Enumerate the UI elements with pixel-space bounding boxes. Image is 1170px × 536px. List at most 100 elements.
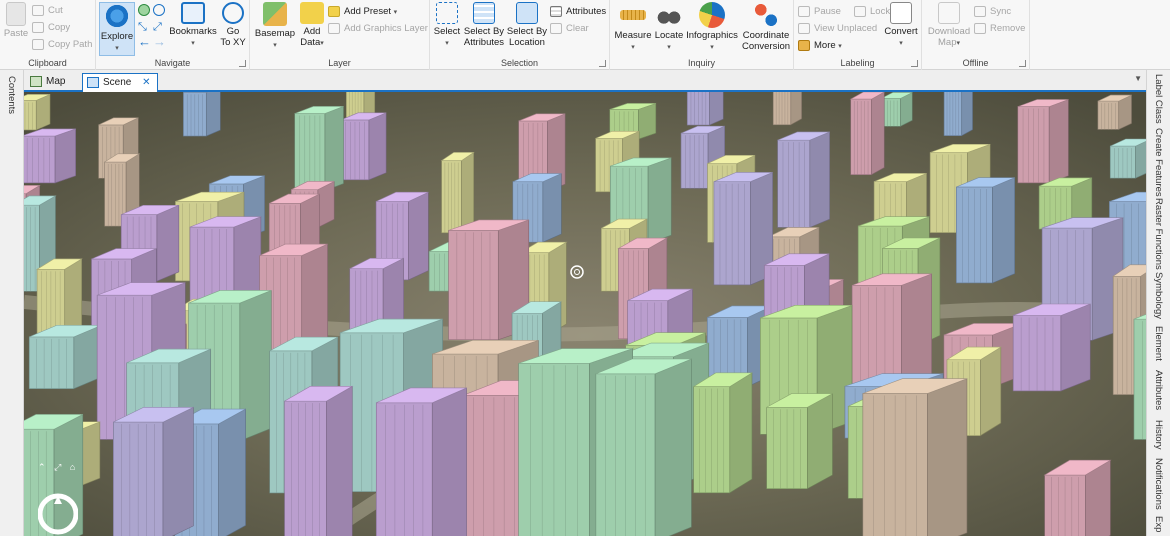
contents-pane-tab[interactable]: Contents (6, 76, 17, 114)
clear-selection-button[interactable]: Clear (550, 21, 589, 36)
bookmarks-button[interactable]: Bookmarks ▾ (168, 2, 218, 56)
basemap-icon (263, 2, 287, 26)
add-data-button[interactable]: Add Data▾ (298, 2, 326, 56)
building (956, 177, 1015, 284)
inquiry-group: Measure ▾ Locate ▾ Infographics ▾ Coordinat… (610, 0, 794, 70)
scene-view[interactable]: ⌃ ⤢ ⌂ (24, 92, 1146, 536)
coordinate-conversion-icon (753, 2, 779, 28)
pane-tab-label-class[interactable]: Label Class (1153, 74, 1164, 124)
remove-button[interactable]: Remove (974, 21, 1025, 36)
expand-icon[interactable]: ⌃ (38, 462, 46, 472)
building (1012, 303, 1091, 392)
clipboard-group: Paste Cut Copy Copy Path Clipboard (0, 0, 96, 70)
convert-button[interactable]: Convert ▾ (882, 2, 920, 56)
left-panel-strip: Contents (0, 70, 24, 536)
building (1017, 99, 1069, 184)
pane-tab-exp[interactable]: Exp (1153, 516, 1164, 532)
sync-button[interactable]: Sync (974, 4, 1011, 19)
sync-icon (974, 6, 986, 17)
building (183, 92, 221, 137)
previous-extent-icon[interactable]: ← (138, 35, 151, 48)
building (692, 372, 754, 494)
pane-tab-attributes[interactable]: Attributes (1153, 370, 1164, 410)
tab-map[interactable]: Map (26, 73, 71, 92)
navigate-group-label: Navigate (154, 58, 191, 68)
layer-group-label: Layer (328, 58, 351, 68)
camera-icon[interactable]: ⌂ (70, 462, 75, 472)
selection-group: Select ▾ Select By Attributes Select By Loc… (430, 0, 610, 70)
measure-button[interactable]: Measure ▾ (614, 2, 652, 56)
more-labeling-button[interactable]: More ▾ (798, 38, 842, 53)
basemap-button[interactable]: Basemap ▾ (254, 2, 296, 56)
pane-tab-history[interactable]: History (1153, 420, 1164, 450)
pane-tab-raster-functions[interactable]: Raster Functions (1153, 198, 1164, 270)
zoom-to-selection-icon[interactable]: ⤡ (138, 21, 150, 33)
navigator-control-icon[interactable] (38, 492, 78, 536)
close-tab-icon[interactable]: ✕ (142, 77, 150, 88)
copy-icon (32, 22, 44, 33)
more-labeling-icon (798, 40, 810, 51)
building (766, 393, 833, 490)
coordinate-conversion-button[interactable]: Coordinate Conversion (740, 2, 792, 56)
infographics-icon (699, 2, 725, 28)
convert-dropdown-icon: ▾ (899, 40, 903, 47)
scene-3d-buildings[interactable] (24, 92, 1146, 536)
paste-button[interactable]: Paste (2, 2, 30, 56)
pane-tab-element[interactable]: Element (1153, 326, 1164, 361)
select-cursor-icon (436, 2, 458, 24)
download-map-button[interactable]: Download Map▾ (926, 2, 972, 56)
building (1109, 138, 1146, 179)
ruler-icon (620, 10, 646, 20)
tab-list-dropdown-icon[interactable]: ▼ (1134, 74, 1142, 83)
ribbon: Paste Cut Copy Copy Path Clipboard Explo… (0, 0, 1170, 70)
view-unplaced-button[interactable]: View Unplaced (798, 21, 877, 36)
navigate-group: Explore ▾ ⤡ ⤢ ← → Bookmarks ▾ Go To XY Navi… (96, 0, 250, 70)
navigate-launcher-icon[interactable] (239, 60, 246, 67)
lock-icon (854, 6, 866, 17)
cut-button[interactable]: Cut (32, 3, 63, 18)
view-unplaced-icon (798, 23, 810, 34)
next-extent-icon[interactable]: → (153, 35, 166, 48)
globe-icon[interactable] (138, 4, 150, 16)
attributes-button[interactable]: Attributes (550, 4, 606, 19)
building (849, 92, 885, 176)
building (772, 92, 802, 126)
building (862, 378, 968, 536)
select-button[interactable]: Select ▾ (432, 2, 462, 56)
add-preset-button[interactable]: Add Preset ▾ (328, 4, 397, 19)
select-by-attributes-button[interactable]: Select By Attributes (463, 2, 505, 56)
building (713, 171, 773, 286)
download-map-icon (938, 2, 960, 24)
add-data-dropdown-icon: ▾ (320, 40, 324, 47)
explore-icon (104, 3, 130, 29)
remove-icon (974, 23, 986, 34)
pause-labeling-button[interactable]: Pause (798, 4, 841, 19)
labeling-launcher-icon[interactable] (911, 60, 918, 67)
scene-mini-controls[interactable]: ⌃ ⤢ ⌂ (38, 462, 75, 473)
infographics-button[interactable]: Infographics ▾ (686, 2, 738, 56)
binoculars-icon (656, 2, 682, 28)
building (28, 324, 102, 390)
crosshair-icon (222, 2, 244, 24)
pane-tab-notifications[interactable]: Notifications (1153, 458, 1164, 510)
copy-path-button[interactable]: Copy Path (32, 37, 92, 52)
pane-tab-symbology[interactable]: Symbology (1153, 272, 1164, 319)
paste-icon (6, 2, 26, 26)
building (24, 128, 76, 184)
explore-button[interactable]: Explore ▾ (99, 2, 135, 56)
offline-launcher-icon[interactable] (1019, 60, 1026, 67)
add-graphics-layer-button[interactable]: Add Graphics Layer (328, 21, 428, 36)
selection-launcher-icon[interactable] (599, 60, 606, 67)
locate-button[interactable]: Locate ▾ (654, 2, 684, 56)
go-to-xy-button[interactable]: Go To XY (218, 2, 248, 56)
copy-button[interactable]: Copy (32, 20, 70, 35)
fullscreen-icon[interactable]: ⤢ (54, 462, 61, 472)
full-extent-icon[interactable] (153, 4, 165, 16)
nav-small-tools: ⤡ ⤢ ← → (138, 4, 168, 52)
basemap-dropdown-icon: ▾ (273, 42, 277, 49)
fixed-zoom-icon[interactable]: ⤢ (153, 21, 165, 33)
select-by-location-button[interactable]: Select By Location (506, 2, 548, 56)
pane-tab-create-features[interactable]: Create Features (1153, 128, 1164, 197)
tab-scene[interactable]: Scene ✕ (82, 73, 158, 92)
download-map-dropdown-icon: ▾ (956, 40, 960, 47)
